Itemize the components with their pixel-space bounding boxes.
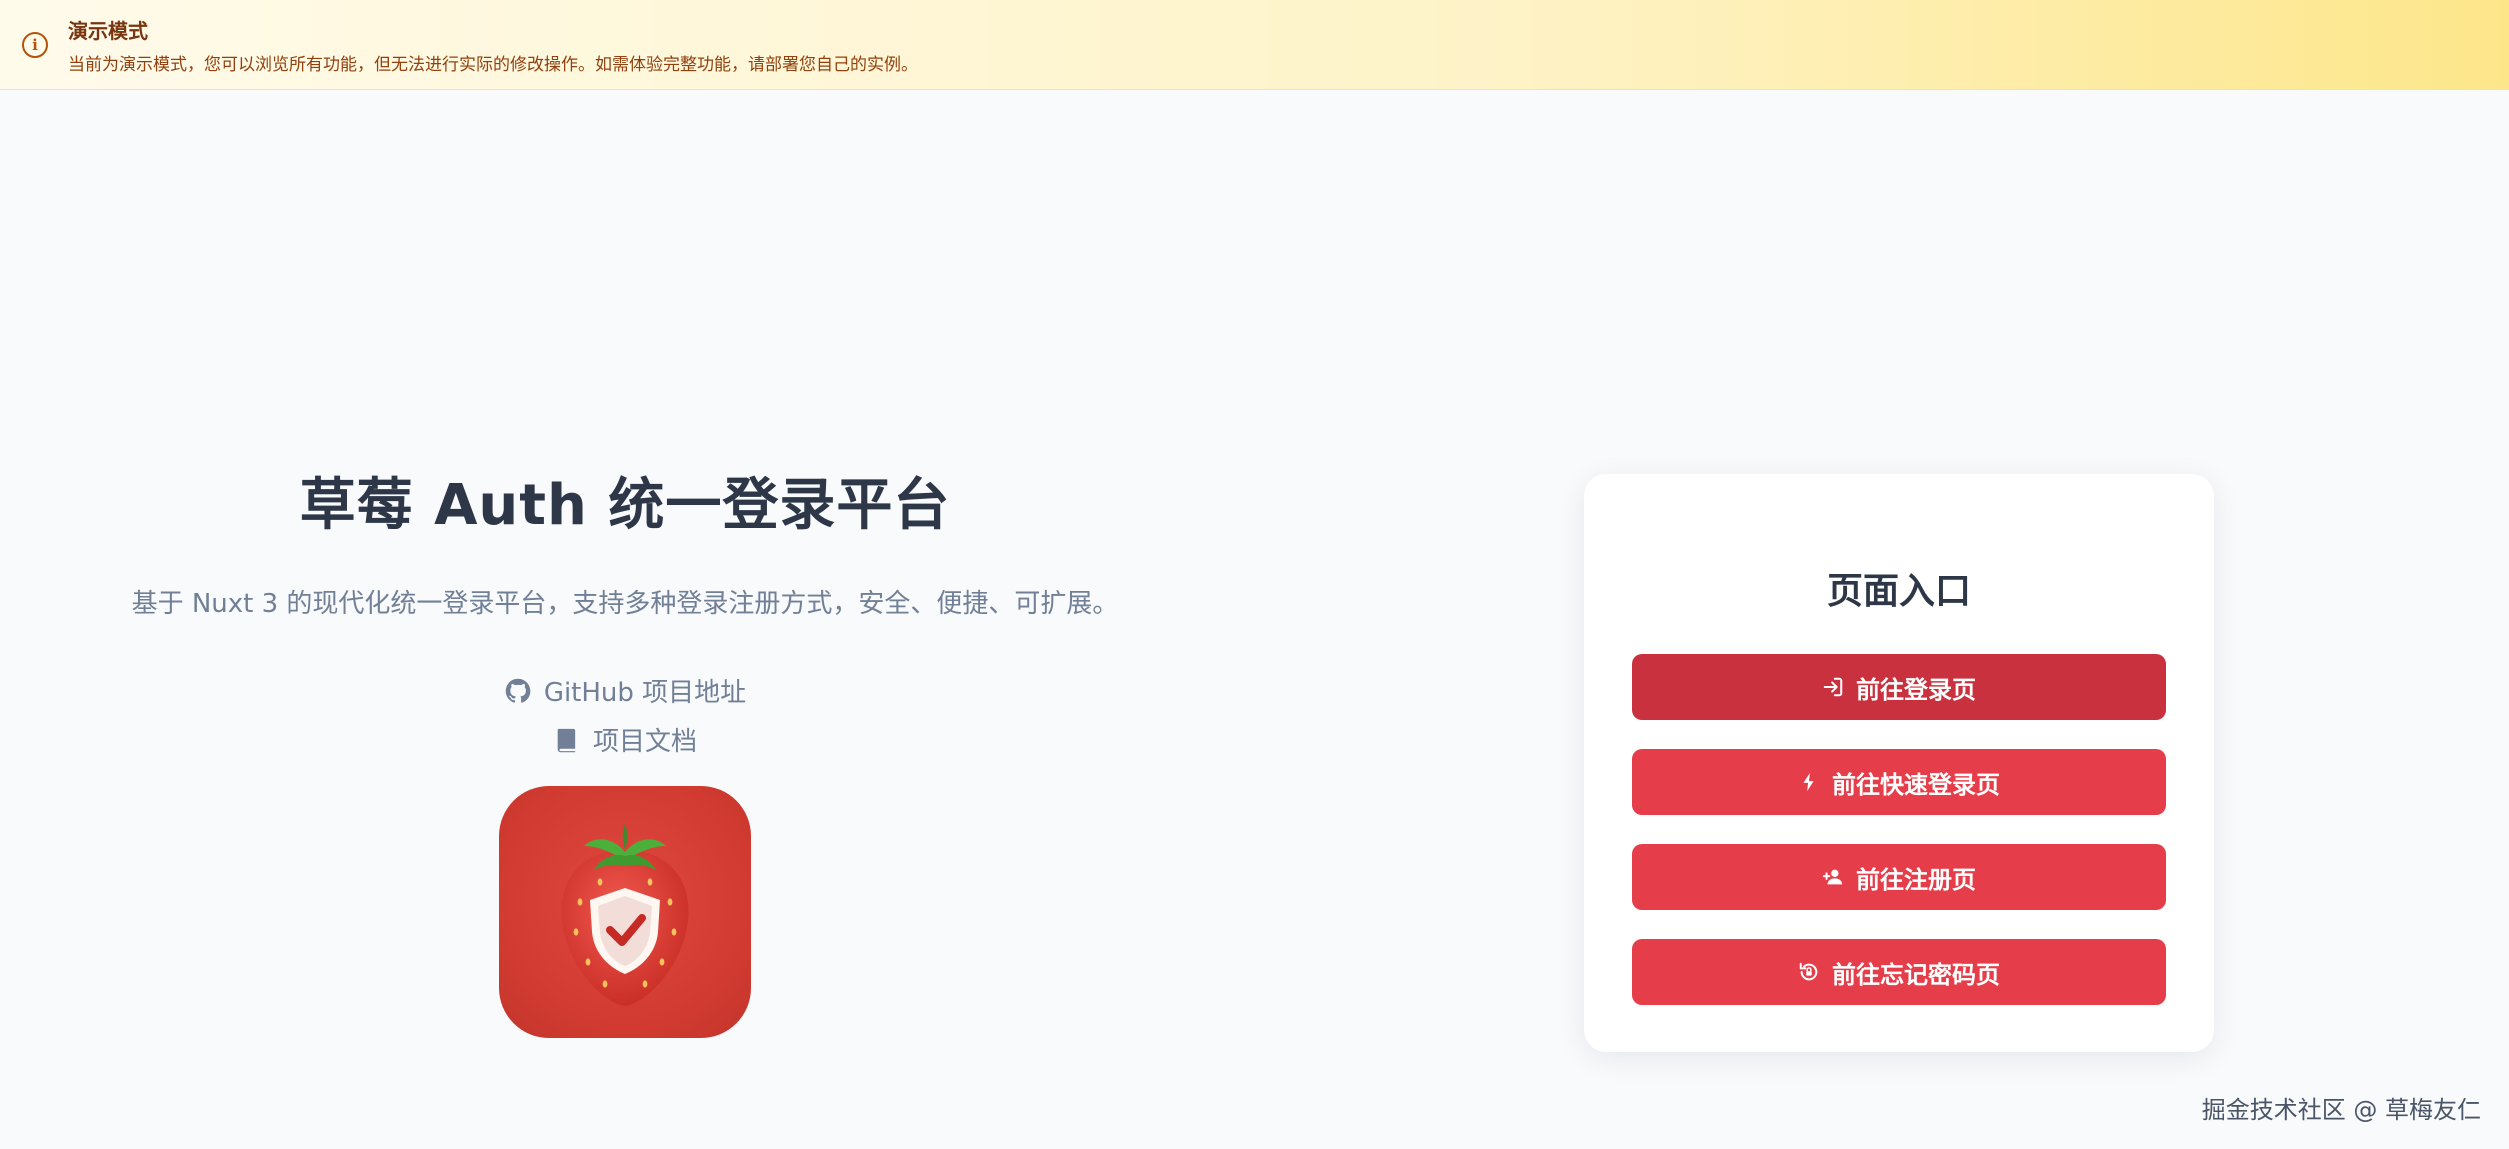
lock-reset-icon <box>1799 962 1818 981</box>
page-subtitle: 基于 Nuxt 3 的现代化统一登录平台，支持多种登录注册方式，安全、便捷、可扩… <box>131 589 1119 619</box>
go-forgot-password-label: 前往忘记密码页 <box>1832 960 2000 989</box>
docs-link[interactable]: 项目文档 <box>553 721 697 758</box>
info-icon: i <box>22 31 48 58</box>
entry-buttons: 前往登录页 前往快速登录页 前往注册页 前往忘记密码页 <box>1632 654 2166 1005</box>
demo-mode-banner: i 演示模式 当前为演示模式，您可以浏览所有功能，但无法进行实际的修改操作。如需… <box>0 0 2509 90</box>
docs-link-label: 项目文档 <box>592 727 697 757</box>
card-title: 页面入口 <box>1826 571 1971 612</box>
project-links: GitHub 项目地址 项目文档 <box>504 672 746 758</box>
github-link-label: GitHub 项目地址 <box>543 678 747 708</box>
user-plus-icon <box>1822 869 1843 885</box>
go-quick-login-button[interactable]: 前往快速登录页 <box>1632 749 2166 815</box>
bolt-icon <box>1803 772 1814 792</box>
page-title: 草莓 Auth 统一登录平台 <box>299 473 951 538</box>
page-entry-card: 页面入口 前往登录页 前往快速登录页 前往注册页 前往忘记密码页 <box>1584 474 2214 1052</box>
watermark: 掘金技术社区 @ 草梅友仁 <box>2201 1096 2481 1124</box>
book-icon <box>557 728 576 752</box>
login-icon <box>1823 677 1843 697</box>
hero-section: 草莓 Auth 统一登录平台 基于 Nuxt 3 的现代化统一登录平台，支持多种… <box>0 460 1250 1038</box>
go-register-button[interactable]: 前往注册页 <box>1632 844 2166 910</box>
strawberry-shield-icon <box>561 824 689 1006</box>
go-forgot-password-button[interactable]: 前往忘记密码页 <box>1632 939 2166 1005</box>
github-icon <box>505 678 531 703</box>
banner-title: 演示模式 <box>68 18 148 43</box>
strawberry-logo <box>499 786 751 1038</box>
go-quick-login-label: 前往快速登录页 <box>1832 770 2000 799</box>
go-login-label: 前往登录页 <box>1856 675 1976 704</box>
go-login-button[interactable]: 前往登录页 <box>1632 654 2166 720</box>
go-register-label: 前往注册页 <box>1856 865 1976 894</box>
github-link[interactable]: GitHub 项目地址 <box>504 672 746 709</box>
banner-description: 当前为演示模式，您可以浏览所有功能，但无法进行实际的修改操作。如需体验完整功能，… <box>68 54 918 75</box>
